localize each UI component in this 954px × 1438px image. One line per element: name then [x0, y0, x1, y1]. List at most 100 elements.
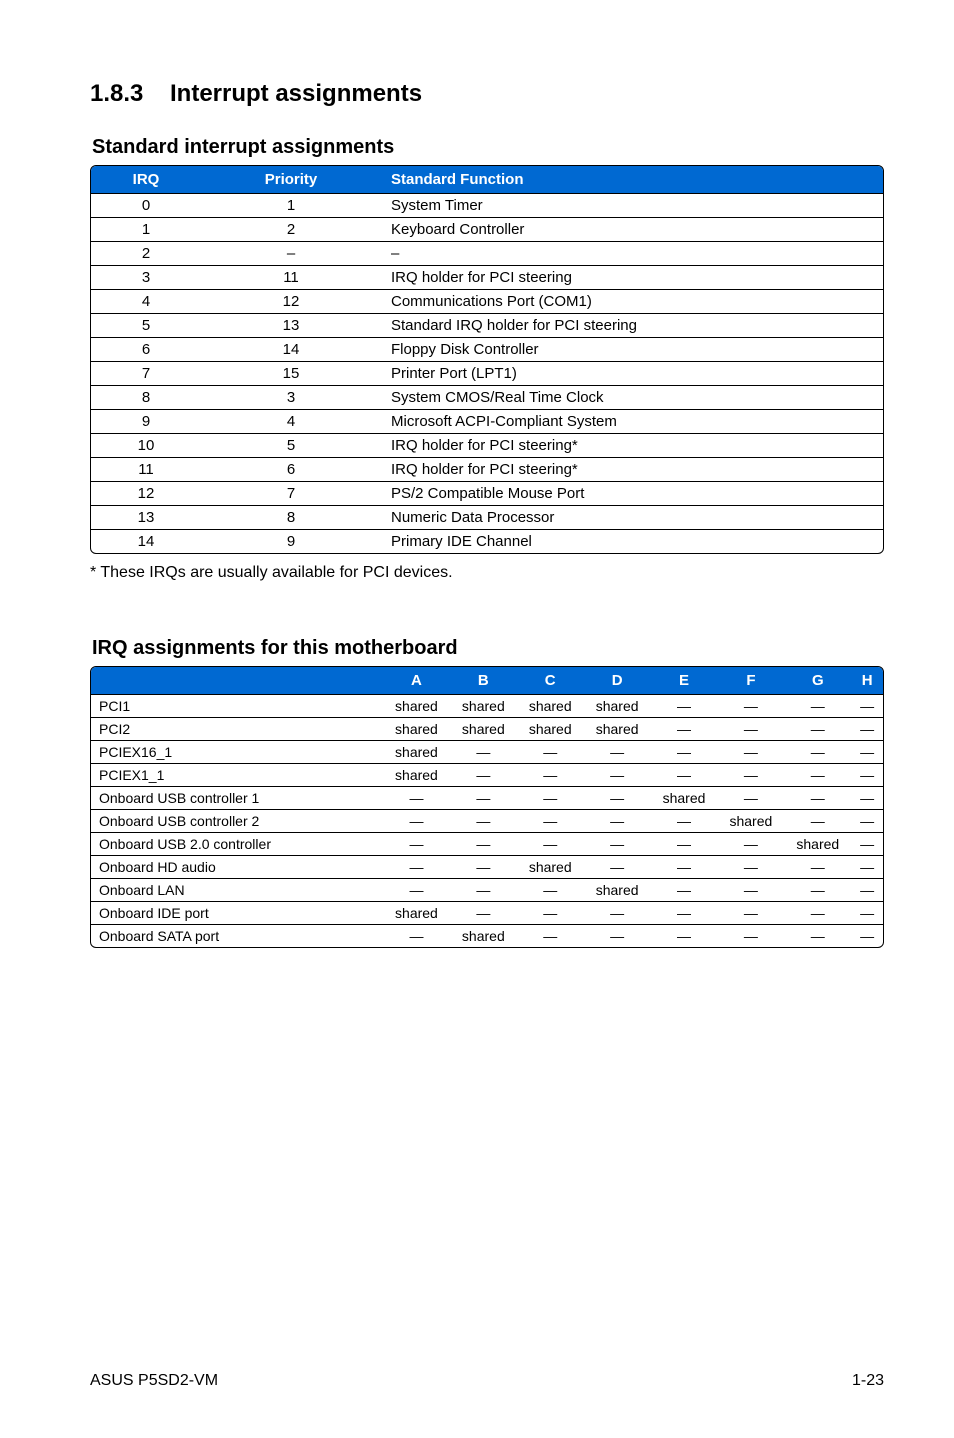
cell-value: —	[784, 787, 851, 810]
cell-function: IRQ holder for PCI steering*	[381, 458, 883, 482]
cell-value: —	[717, 695, 784, 718]
cell-value: —	[851, 718, 883, 741]
cell-label: Onboard USB 2.0 controller	[91, 833, 383, 856]
cell-value: —	[851, 810, 883, 833]
cell-priority: 3	[201, 386, 381, 410]
cell-function: Primary IDE Channel	[381, 530, 883, 554]
cell-function: Floppy Disk Controller	[381, 338, 883, 362]
cell-irq: 10	[91, 434, 201, 458]
cell-priority: 7	[201, 482, 381, 506]
cell-value: shared	[517, 718, 584, 741]
cell-value: —	[584, 856, 651, 879]
table-row: 715Printer Port (LPT1)	[91, 362, 883, 386]
cell-value: —	[383, 810, 450, 833]
cell-value: —	[851, 879, 883, 902]
cell-value: —	[784, 810, 851, 833]
page-footer: ASUS P5SD2-VM 1-23	[90, 1372, 884, 1390]
cell-value: shared	[383, 741, 450, 764]
cell-function: IRQ holder for PCI steering	[381, 266, 883, 290]
table2-col-g: G	[784, 667, 851, 695]
cell-priority: 4	[201, 410, 381, 434]
cell-irq: 14	[91, 530, 201, 554]
cell-value: shared	[450, 718, 517, 741]
cell-irq: 7	[91, 362, 201, 386]
cell-value: —	[450, 902, 517, 925]
cell-value: shared	[450, 925, 517, 948]
table-row: 138Numeric Data Processor	[91, 506, 883, 530]
cell-irq: 3	[91, 266, 201, 290]
cell-function: PS/2 Compatible Mouse Port	[381, 482, 883, 506]
cell-priority: 15	[201, 362, 381, 386]
cell-value: —	[450, 764, 517, 787]
cell-value: shared	[383, 718, 450, 741]
table2-col-h: H	[851, 667, 883, 695]
table1-heading: Standard interrupt assignments	[92, 136, 884, 159]
table-row: 01System Timer	[91, 194, 883, 218]
table2-col-e: E	[651, 667, 718, 695]
cell-irq: 1	[91, 218, 201, 242]
cell-value: shared	[383, 902, 450, 925]
cell-priority: –	[201, 242, 381, 266]
cell-value: —	[651, 695, 718, 718]
cell-value: —	[450, 741, 517, 764]
cell-value: —	[784, 695, 851, 718]
cell-value: —	[784, 764, 851, 787]
cell-value: —	[651, 925, 718, 948]
cell-value: —	[517, 764, 584, 787]
table2-col-d: D	[584, 667, 651, 695]
cell-label: Onboard USB controller 2	[91, 810, 383, 833]
cell-value: —	[450, 787, 517, 810]
cell-value: shared	[784, 833, 851, 856]
table-row: PCI2sharedsharedsharedshared————	[91, 718, 883, 741]
cell-value: shared	[450, 695, 517, 718]
table2-col-c: C	[517, 667, 584, 695]
cell-value: —	[584, 764, 651, 787]
cell-value: —	[383, 879, 450, 902]
table1-col-priority: Priority	[201, 166, 381, 194]
cell-value: —	[851, 764, 883, 787]
section-title: Interrupt assignments	[170, 80, 422, 107]
cell-irq: 11	[91, 458, 201, 482]
section-heading: 1.8.3Interrupt assignments	[90, 80, 884, 108]
cell-function: Communications Port (COM1)	[381, 290, 883, 314]
cell-value: —	[851, 695, 883, 718]
cell-function: Printer Port (LPT1)	[381, 362, 883, 386]
table-row: 94Microsoft ACPI-Compliant System	[91, 410, 883, 434]
cell-value: shared	[517, 695, 584, 718]
cell-value: —	[450, 856, 517, 879]
cell-irq: 5	[91, 314, 201, 338]
cell-value: —	[717, 879, 784, 902]
cell-irq: 0	[91, 194, 201, 218]
table1-col-irq: IRQ	[91, 166, 201, 194]
cell-function: System Timer	[381, 194, 883, 218]
cell-value: —	[383, 856, 450, 879]
cell-value: —	[851, 787, 883, 810]
cell-value: —	[851, 925, 883, 948]
cell-irq: 13	[91, 506, 201, 530]
table-row: Onboard USB controller 1————shared———	[91, 787, 883, 810]
cell-value: —	[517, 833, 584, 856]
cell-value: —	[717, 925, 784, 948]
cell-value: —	[717, 718, 784, 741]
table2-col-b: B	[450, 667, 517, 695]
cell-value: shared	[717, 810, 784, 833]
cell-function: –	[381, 242, 883, 266]
cell-priority: 1	[201, 194, 381, 218]
cell-value: —	[450, 879, 517, 902]
table-row: PCIEX1_1shared———————	[91, 764, 883, 787]
cell-value: —	[450, 810, 517, 833]
footer-left: ASUS P5SD2-VM	[90, 1372, 218, 1390]
cell-function: Keyboard Controller	[381, 218, 883, 242]
cell-value: —	[851, 902, 883, 925]
cell-value: —	[717, 741, 784, 764]
cell-value: shared	[584, 718, 651, 741]
cell-label: Onboard HD audio	[91, 856, 383, 879]
table-row: Onboard USB 2.0 controller——————shared—	[91, 833, 883, 856]
cell-value: —	[651, 810, 718, 833]
table-row: Onboard SATA port—shared——————	[91, 925, 883, 948]
table-row: Onboard LAN———shared————	[91, 879, 883, 902]
cell-irq: 9	[91, 410, 201, 434]
cell-value: —	[651, 879, 718, 902]
table-row: 12Keyboard Controller	[91, 218, 883, 242]
cell-value: —	[517, 741, 584, 764]
